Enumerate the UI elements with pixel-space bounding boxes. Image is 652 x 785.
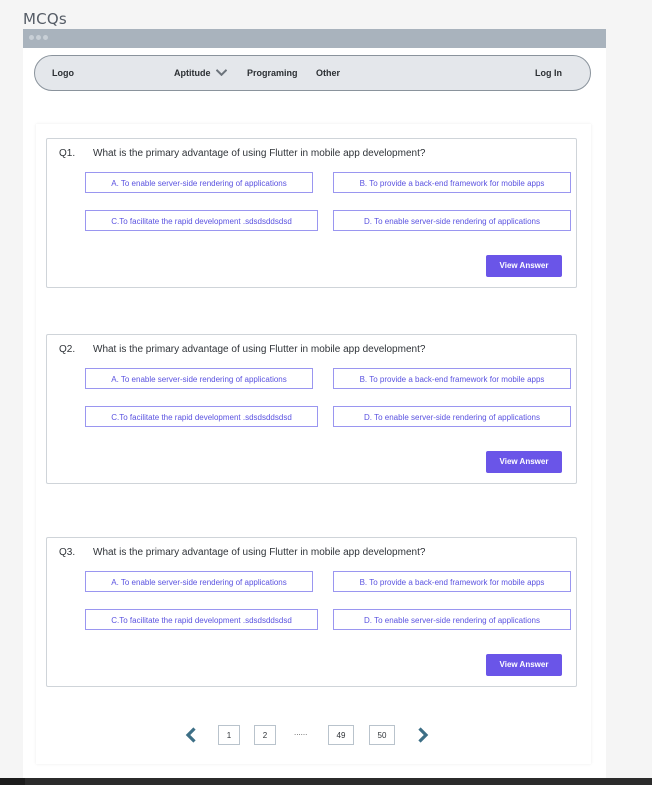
page-2-button[interactable]: 2 <box>254 725 276 745</box>
option-a-button[interactable]: A. To enable server-side rendering of ap… <box>85 172 313 193</box>
question-card: Q3. What is the primary advantage of usi… <box>46 537 577 687</box>
option-a-button[interactable]: A. To enable server-side rendering of ap… <box>85 368 313 389</box>
option-c-button[interactable]: C.To facilitate the rapid development .s… <box>85 609 318 630</box>
mcq-list: Q1. What is the primary advantage of usi… <box>36 124 591 764</box>
login-link[interactable]: Log In <box>535 68 562 78</box>
browser-window: Logo Aptitude Programing Other Log In Q1… <box>23 29 606 785</box>
chevron-left-icon[interactable] <box>185 727 197 743</box>
option-b-button[interactable]: B. To provide a back-end framework for m… <box>333 571 571 592</box>
nav-aptitude-label: Aptitude <box>174 68 211 78</box>
nav-programing[interactable]: Programing <box>247 68 298 78</box>
navbar: Logo Aptitude Programing Other Log In <box>34 55 591 91</box>
option-b-button[interactable]: B. To provide a back-end framework for m… <box>333 172 571 193</box>
window-dot-icon[interactable] <box>36 35 41 40</box>
page-49-button[interactable]: 49 <box>328 725 354 745</box>
option-b-button[interactable]: B. To provide a back-end framework for m… <box>333 368 571 389</box>
page-label: MCQs <box>23 10 67 28</box>
option-c-button[interactable]: C.To facilitate the rapid development .s… <box>85 406 318 427</box>
window-dot-icon[interactable] <box>43 35 48 40</box>
option-d-button[interactable]: D. To enable server-side rendering of ap… <box>333 406 571 427</box>
window-titlebar <box>23 29 606 48</box>
option-d-button[interactable]: D. To enable server-side rendering of ap… <box>333 210 571 231</box>
nav-aptitude[interactable]: Aptitude <box>174 68 228 78</box>
view-answer-button[interactable]: View Answer <box>486 255 562 277</box>
question-number: Q2. <box>59 344 76 355</box>
nav-other[interactable]: Other <box>316 68 340 78</box>
question-card: Q2. What is the primary advantage of usi… <box>46 334 577 484</box>
view-answer-button[interactable]: View Answer <box>486 451 562 473</box>
question-number: Q3. <box>59 547 76 558</box>
pagination: 1 2 ...... 49 50 <box>36 725 591 747</box>
page-1-button[interactable]: 1 <box>218 725 240 745</box>
taskbar <box>0 778 652 785</box>
chevron-right-icon[interactable] <box>417 727 429 743</box>
taskbar-start[interactable] <box>0 778 25 785</box>
pagination-ellipsis: ...... <box>294 728 308 737</box>
window-controls <box>29 35 48 40</box>
option-d-button[interactable]: D. To enable server-side rendering of ap… <box>333 609 571 630</box>
question-number: Q1. <box>59 148 76 159</box>
question-text: What is the primary advantage of using F… <box>93 148 426 159</box>
question-text: What is the primary advantage of using F… <box>93 344 426 355</box>
window-dot-icon[interactable] <box>29 35 34 40</box>
option-a-button[interactable]: A. To enable server-side rendering of ap… <box>85 571 313 592</box>
chevron-down-icon <box>216 69 228 77</box>
logo[interactable]: Logo <box>52 68 74 78</box>
page-50-button[interactable]: 50 <box>369 725 395 745</box>
view-answer-button[interactable]: View Answer <box>486 654 562 676</box>
question-text: What is the primary advantage of using F… <box>93 547 426 558</box>
question-card: Q1. What is the primary advantage of usi… <box>46 138 577 288</box>
option-c-button[interactable]: C.To facilitate the rapid development .s… <box>85 210 318 231</box>
